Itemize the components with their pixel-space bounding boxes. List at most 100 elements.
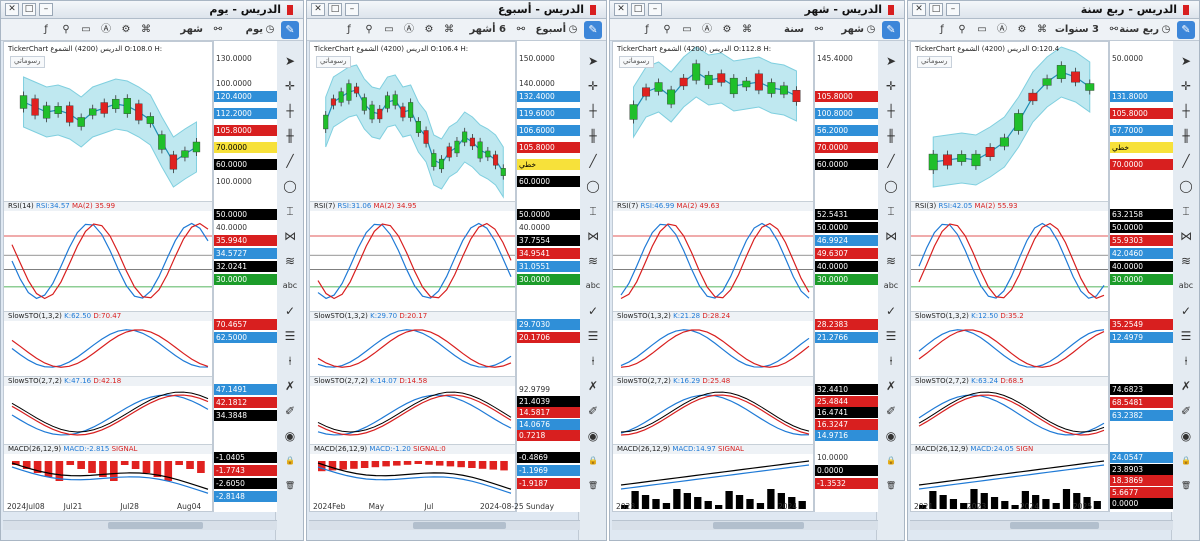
scrollbar-thumb[interactable] [412,522,506,529]
range-label[interactable]: 6 أشهر [469,22,506,38]
chart-area[interactable]: TickerChart الدريس (4200) الشموع O:108.0… [3,41,213,512]
channel-icon[interactable]: ⌶ [280,203,300,219]
text-icon[interactable]: abc [1176,278,1196,294]
window-titlebar[interactable]: الدريس - يوم ✕ □ – [1,1,303,19]
brush-icon[interactable]: ✐ [583,403,603,419]
eye-icon[interactable]: ◉ [280,428,300,444]
candle-icon[interactable]: ⍿ [583,353,603,369]
my-drawings-button[interactable]: رسوماتي [619,56,654,68]
horizontal-line-icon[interactable]: ┼ [881,103,901,119]
brush-icon[interactable]: ✐ [280,403,300,419]
delete-drawing-icon[interactable]: ✗ [280,378,300,394]
minimize-icon[interactable]: – [946,3,960,16]
channel-icon[interactable]: ⌶ [1176,203,1196,219]
pattern-icon[interactable]: ≋ [280,253,300,269]
candle-icon[interactable]: ⍿ [280,353,300,369]
delete-drawing-icon[interactable]: ✗ [881,378,901,394]
close-icon[interactable]: ✕ [912,3,926,16]
close-icon[interactable]: ✕ [311,3,325,16]
indicator-header[interactable]: RSI(7) RSI:31.06 MA(2) 34.95 [314,202,417,210]
indicator-header[interactable]: MACD(26,12,9) MACD:-1.20 SIGNAL:0 [314,445,446,453]
function-icon[interactable]: ƒ [342,22,356,38]
clock-icon[interactable]: ◷ [566,22,580,38]
indicator-icon[interactable]: ⌘ [442,22,456,38]
trash-icon[interactable]: 🗑 [280,478,300,494]
maximize-icon[interactable]: □ [328,3,342,16]
shapes-icon[interactable]: ◯ [583,178,603,194]
vertical-line-icon[interactable]: ╫ [881,128,901,144]
lock-icon[interactable]: 🔒 [1176,453,1196,469]
horizontal-line-icon[interactable]: ┼ [583,103,603,119]
pattern-icon[interactable]: ≋ [1176,253,1196,269]
indicator-header[interactable]: SlowSTO(1,3,2) K:21.28 D:28.24 [617,312,730,320]
trash-icon[interactable]: 🗑 [881,478,901,494]
brush-icon[interactable]: ✐ [1176,403,1196,419]
horizontal-scrollbar[interactable] [612,520,878,530]
scrollbar-thumb[interactable] [1009,522,1100,529]
indicator-header[interactable]: RSI(3) RSI:42.05 MA(2) 55.93 [915,202,1018,210]
pencil-icon[interactable]: ✎ [584,21,602,39]
indicator-header[interactable]: RSI(7) RSI:46.99 MA(2) 49.63 [617,202,720,210]
indicator-header[interactable]: RSI(14) RSI:34.57 MA(2) 35.99 [8,202,115,210]
horizontal-scrollbar[interactable] [309,520,580,530]
layout-icon[interactable]: ▭ [79,22,93,38]
window-titlebar[interactable]: الدريس - ربع سنة ✕ □ – [908,1,1199,19]
indicator-header[interactable]: SlowSTO(1,3,2) K:29.70 D:20.17 [314,312,427,320]
chart-area[interactable]: TickerChart الدريس (4200) الشموع O:112.8… [612,41,814,512]
indicator-header[interactable]: MACD(26,12,9) MACD:24.05 SIGN [915,445,1033,453]
scrollbar-thumb[interactable] [108,522,203,529]
fibonacci-icon[interactable]: ⋈ [280,228,300,244]
cursor-icon[interactable]: ➤ [280,53,300,69]
timeframe-label[interactable]: أسبوع [536,22,566,38]
layout-icon[interactable]: ▭ [382,22,396,38]
clock-icon[interactable]: ◷ [1159,22,1173,38]
window-titlebar[interactable]: الدريس - شهر ✕ □ – [610,1,904,19]
lock-icon[interactable]: 🔒 [280,453,300,469]
compare-icon[interactable]: Ⓐ [99,22,113,38]
line-icon[interactable]: ╱ [583,153,603,169]
lock-icon[interactable]: 🔒 [881,453,901,469]
check-icon[interactable]: ✓ [280,303,300,319]
crosshair-icon[interactable]: ✛ [1176,78,1196,94]
link-icon[interactable]: ⚯ [812,22,826,38]
my-drawings-button[interactable]: رسوماتي [316,56,351,68]
maximize-icon[interactable]: □ [929,3,943,16]
check-icon[interactable]: ✓ [1176,303,1196,319]
function-icon[interactable]: ƒ [39,22,53,38]
fibonacci-icon[interactable]: ⋈ [583,228,603,244]
vertical-line-icon[interactable]: ╫ [280,128,300,144]
settings-icon[interactable]: ⚙ [119,22,133,38]
line-icon[interactable]: ╱ [1176,153,1196,169]
candle-icon[interactable]: ⍿ [881,353,901,369]
range-label[interactable]: سنة [784,22,804,38]
function-icon[interactable]: ƒ [935,22,949,38]
pattern-icon[interactable]: ≋ [583,253,603,269]
fibonacci-icon[interactable]: ⋈ [881,228,901,244]
close-icon[interactable]: ✕ [614,3,628,16]
zoom-icon[interactable]: ⚲ [362,22,376,38]
range-label[interactable]: شهر [180,22,203,38]
horizontal-line-icon[interactable]: ┼ [1176,103,1196,119]
horizontal-scrollbar[interactable] [910,520,1173,530]
fibonacci-icon[interactable]: ⋈ [1176,228,1196,244]
indicator-icon[interactable]: ⌘ [1035,22,1049,38]
indicator-header[interactable]: SlowSTO(2,7,2) K:16.29 D:25.48 [617,377,730,385]
eye-icon[interactable]: ◉ [583,428,603,444]
indicator-header[interactable]: MACD(26,12,9) MACD:14.97 SIGNAL [617,445,744,453]
chart-area[interactable]: TickerChart الدريس (4200) الشموع O:106.4… [309,41,516,512]
indicator-header[interactable]: SlowSTO(1,3,2) K:62.50 D:70.47 [8,312,121,320]
candle-icon[interactable]: ⍿ [1176,353,1196,369]
eye-icon[interactable]: ◉ [881,428,901,444]
pencil-icon[interactable]: ✎ [281,21,299,39]
pattern-icon[interactable]: ≋ [881,253,901,269]
scrollbar-thumb[interactable] [713,522,804,529]
horizontal-line-icon[interactable]: ┼ [280,103,300,119]
compare-icon[interactable]: Ⓐ [700,22,714,38]
shapes-icon[interactable]: ◯ [881,178,901,194]
timeframe-label[interactable]: يوم [246,22,263,38]
shapes-icon[interactable]: ◯ [280,178,300,194]
zoom-icon[interactable]: ⚲ [955,22,969,38]
layout-icon[interactable]: ▭ [680,22,694,38]
settings-icon[interactable]: ⚙ [1015,22,1029,38]
minimize-icon[interactable]: – [648,3,662,16]
